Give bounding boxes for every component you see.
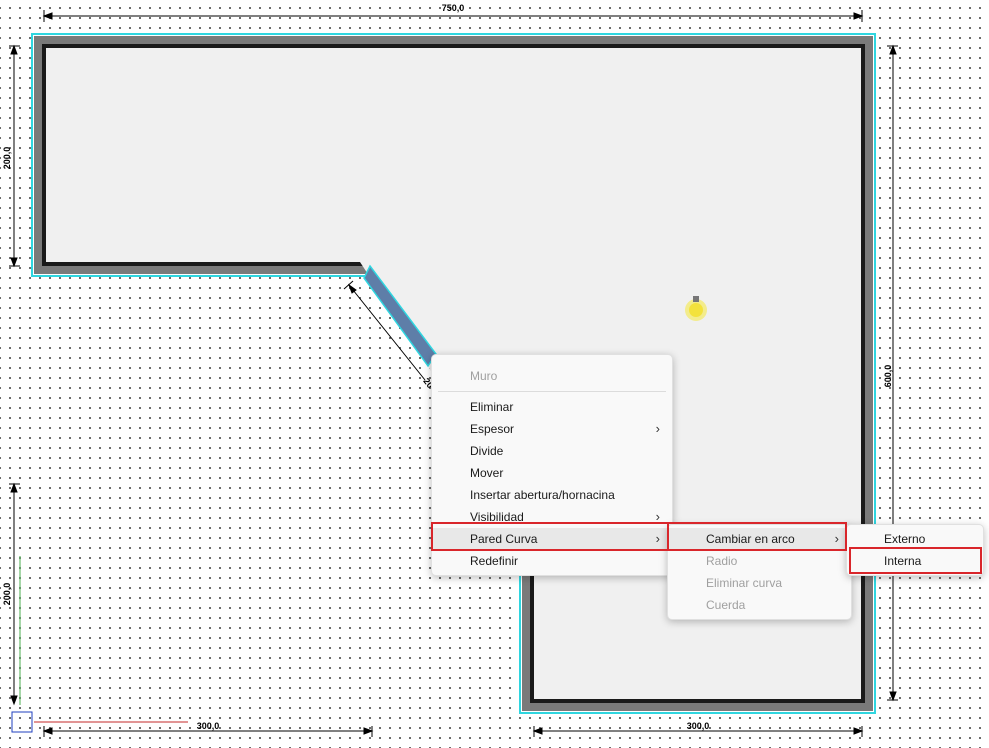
dimension-top-label: 750,0: [442, 3, 465, 13]
chevron-right-icon: ›: [655, 509, 660, 524]
submenu-item-externo[interactable]: Externo: [847, 528, 983, 550]
menu-item-visibilidad[interactable]: Visibilidad ›: [432, 506, 672, 528]
submenu-item-cambiar-en-arco[interactable]: Cambiar en arco ›: [668, 528, 851, 550]
chevron-right-icon: ›: [655, 421, 660, 436]
menu-separator: [438, 391, 666, 392]
menu-item-mover[interactable]: Mover: [432, 462, 672, 484]
origin-marker: [11, 711, 33, 733]
submenu-cambiar-en-arco: Externo Interna: [846, 524, 984, 576]
menu-item-pared-curva[interactable]: Pared Curva ›: [432, 528, 672, 550]
chevron-right-icon: ›: [655, 531, 660, 546]
submenu-item-eliminar-curva: Eliminar curva: [706, 576, 783, 590]
dimension-left-top-label: 200,0: [2, 147, 12, 170]
submenu-pared-curva: Cambiar en arco › Radio Eliminar curva Cu…: [667, 524, 852, 620]
menu-item-espesor[interactable]: Espesor ›: [432, 418, 672, 440]
dimension-right-label: 600,0: [883, 365, 893, 388]
chevron-right-icon: ›: [834, 531, 839, 546]
menu-item-divide[interactable]: Divide: [432, 440, 672, 462]
dimension-bottom-right-label: 300,0: [687, 721, 710, 731]
menu-item-redefinir[interactable]: Redefinir: [432, 550, 672, 572]
dimension-left-bottom-label: 200,0: [2, 583, 12, 606]
submenu-item-cuerda: Cuerda: [706, 598, 746, 612]
dimension-bottom-left-label: 300,0: [197, 721, 220, 731]
menu-header-muro: Muro: [470, 369, 498, 383]
submenu-item-interna[interactable]: Interna: [847, 550, 983, 572]
submenu-item-radio: Radio: [706, 554, 738, 568]
menu-item-eliminar[interactable]: Eliminar: [432, 396, 672, 418]
context-menu: Muro Eliminar Espesor › Divide Mover Inse…: [431, 354, 673, 576]
menu-item-insertar-abertura[interactable]: Insertar abertura/hornacina: [432, 484, 672, 506]
